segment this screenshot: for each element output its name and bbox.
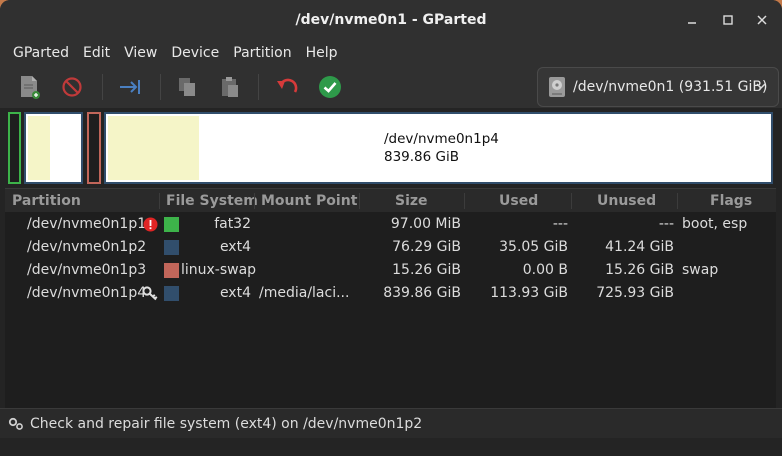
cell-partition: /dev/nvme0n1p2 — [27, 239, 147, 255]
cell-unused: 15.26 GiB — [605, 262, 674, 278]
chevron-down-icon — [756, 83, 766, 90]
cell-file-system: linux-swap — [181, 262, 257, 278]
toolbar-separator — [102, 74, 103, 100]
delete-icon — [62, 77, 82, 97]
cell-partition: /dev/nvme0n1p4 — [27, 285, 147, 301]
col-size[interactable]: Size — [395, 189, 428, 213]
close-icon — [757, 15, 767, 25]
table-row[interactable]: /dev/nvme0n1p4 ext4 /media/laci... 839.8… — [5, 282, 776, 305]
menu-gparted[interactable]: GParted — [6, 45, 76, 61]
resize-arrow-icon — [120, 80, 140, 94]
map-partition-name: /dev/nvme0n1p4 — [384, 131, 499, 147]
undo-button[interactable] — [270, 71, 304, 103]
cell-used: --- — [552, 216, 568, 232]
cell-size: 76.29 GiB — [392, 239, 461, 255]
used-space-fill — [28, 116, 50, 180]
apply-button[interactable] — [313, 71, 347, 103]
gears-icon — [8, 417, 23, 430]
gparted-window: /dev/nvme0n1 - GParted GParted Edit View… — [0, 0, 782, 456]
undo-icon — [277, 78, 298, 93]
col-partition[interactable]: Partition — [12, 189, 81, 213]
cell-unused: 41.24 GiB — [605, 239, 674, 255]
col-file-system[interactable]: File System — [166, 189, 258, 213]
column-separator — [571, 193, 572, 209]
partition-table: /dev/nvme0n1p1 fat32 97.00 MiB --- --- b… — [5, 212, 776, 408]
cell-partition: /dev/nvme0n1p3 — [27, 262, 147, 278]
cell-size: 15.26 GiB — [392, 262, 461, 278]
delete-partition-button[interactable] — [55, 71, 89, 103]
cell-partition: /dev/nvme0n1p1 — [27, 216, 147, 232]
window-title: /dev/nvme0n1 - GParted — [295, 12, 487, 28]
cell-unused: 725.93 GiB — [596, 285, 674, 301]
new-partition-button[interactable] — [13, 71, 47, 103]
check-icon — [319, 76, 341, 98]
partition-table-header: Partition File System Mount Point Size U… — [5, 188, 776, 212]
paste-icon — [222, 77, 238, 97]
minimize-icon — [688, 22, 696, 24]
column-separator — [464, 193, 465, 209]
device-selector[interactable]: /dev/nvme0n1 (931.51 GiB) — [537, 67, 779, 107]
menu-edit[interactable]: Edit — [76, 45, 117, 61]
map-partition-summary: /dev/nvme0n1p4 839.86 GiB — [384, 130, 499, 166]
close-button[interactable] — [742, 0, 782, 40]
cell-file-system: fat32 — [214, 216, 251, 232]
cell-size: 839.86 GiB — [383, 285, 461, 301]
hard-disk-icon — [549, 77, 565, 97]
menu-bar: GParted Edit View Device Partition Help — [0, 40, 782, 66]
cell-used: 35.05 GiB — [499, 239, 568, 255]
column-separator — [359, 193, 360, 209]
menu-partition[interactable]: Partition — [226, 45, 298, 61]
cell-flags: boot, esp — [682, 216, 748, 232]
table-row[interactable]: /dev/nvme0n1p2 ext4 76.29 GiB 35.05 GiB … — [5, 236, 776, 259]
col-used[interactable]: Used — [499, 189, 538, 213]
col-unused[interactable]: Unused — [597, 189, 656, 213]
table-row[interactable]: /dev/nvme0n1p3 linux-swap 15.26 GiB 0.00… — [5, 259, 776, 282]
new-document-icon — [21, 76, 40, 99]
cell-file-system: ext4 — [219, 239, 251, 255]
key-icon — [142, 286, 158, 301]
minimize-button[interactable] — [672, 0, 712, 40]
fs-color-swatch — [164, 217, 179, 232]
device-selector-label: /dev/nvme0n1 (931.51 GiB) — [573, 79, 768, 95]
map-partition-p1[interactable] — [8, 112, 21, 184]
paste-button[interactable] — [213, 71, 247, 103]
cell-used: 113.93 GiB — [490, 285, 568, 301]
copy-button[interactable] — [170, 71, 204, 103]
table-row[interactable]: /dev/nvme0n1p1 fat32 97.00 MiB --- --- b… — [5, 213, 776, 236]
cell-unused: --- — [658, 216, 674, 232]
maximize-icon — [723, 15, 733, 25]
map-partition-p2[interactable] — [24, 112, 83, 184]
status-text: Check and repair file system (ext4) on /… — [30, 415, 423, 432]
cell-file-system: ext4 — [219, 285, 251, 301]
cell-size: 97.00 MiB — [390, 216, 461, 232]
copy-icon — [179, 78, 195, 96]
cell-flags: swap — [682, 262, 719, 278]
warning-icon — [143, 217, 158, 232]
col-mount-point[interactable]: Mount Point — [261, 189, 357, 213]
col-flags[interactable]: Flags — [710, 189, 752, 213]
map-partition-p3[interactable] — [87, 112, 101, 184]
resize-move-button[interactable] — [113, 71, 147, 103]
used-space-fill — [108, 116, 199, 180]
toolbar-separator — [258, 74, 259, 100]
title-bar: /dev/nvme0n1 - GParted — [0, 0, 782, 40]
menu-help[interactable]: Help — [299, 45, 345, 61]
column-separator — [677, 193, 678, 209]
status-bar: Check and repair file system (ext4) on /… — [0, 408, 782, 438]
fs-color-swatch — [164, 263, 179, 278]
fs-color-swatch — [164, 240, 179, 255]
map-partition-size: 839.86 GiB — [384, 149, 460, 165]
cell-used: 0.00 B — [522, 262, 568, 278]
toolbar-separator — [160, 74, 161, 100]
fs-color-swatch — [164, 286, 179, 301]
column-separator — [254, 193, 255, 209]
cell-mount-point: /media/laci... — [259, 285, 350, 301]
menu-device[interactable]: Device — [164, 45, 226, 61]
column-separator — [159, 193, 160, 209]
menu-view[interactable]: View — [117, 45, 164, 61]
